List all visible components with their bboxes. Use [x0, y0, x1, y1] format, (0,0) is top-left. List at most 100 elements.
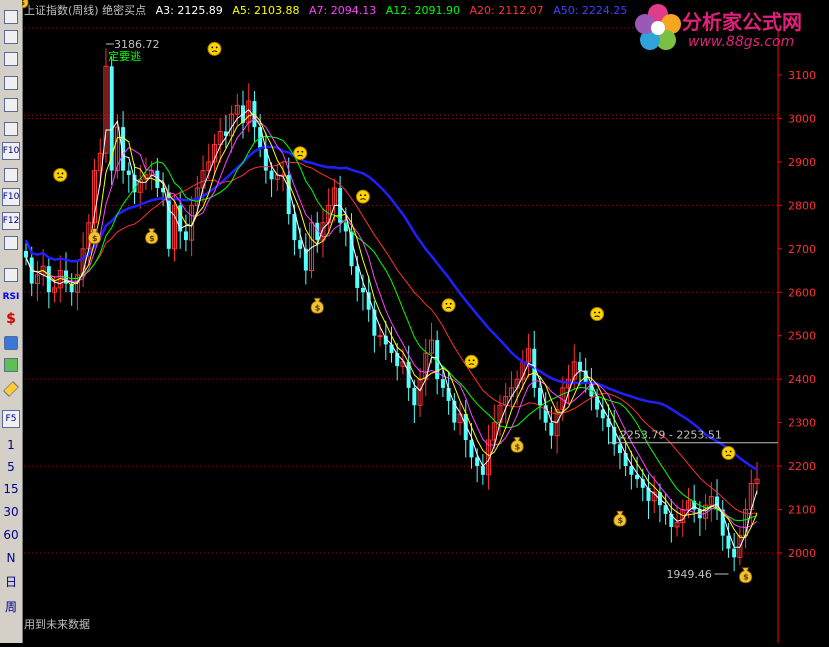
candle-down	[475, 457, 480, 467]
buy-signal-icon: $	[310, 297, 324, 314]
window-icon[interactable]	[2, 120, 20, 138]
candle-down	[389, 344, 394, 354]
y-tick-label: 3100	[788, 69, 816, 82]
f5-icon[interactable]: F5	[2, 410, 20, 428]
period-button-2[interactable]: 15	[2, 480, 20, 498]
sell-signal-icon	[590, 307, 605, 321]
wave-icon[interactable]	[2, 266, 20, 284]
rsi-icon[interactable]: RSI	[2, 288, 20, 306]
logo-url: www.88gs.com	[688, 34, 795, 50]
candle-up	[377, 335, 383, 338]
y-tick-label: 3000	[788, 112, 816, 125]
face-icon	[590, 307, 605, 321]
sell-signal-icon	[721, 446, 736, 461]
candle-down	[126, 170, 131, 175]
face-eye	[364, 194, 367, 197]
indicator-a3: A3: 2125.89	[155, 4, 223, 17]
candle-down	[355, 266, 360, 288]
period-button-5[interactable]: N	[2, 549, 20, 567]
f10-icon[interactable]: F10	[2, 142, 20, 160]
face-icon	[53, 167, 68, 182]
period-button-0[interactable]: 1	[2, 436, 20, 454]
y-tick-label: 2500	[788, 330, 816, 343]
indicator-a50: A50: 2224.25	[553, 4, 628, 17]
y-tick-label: 2600	[788, 286, 816, 299]
candlestick-chart[interactable]: 2000 2100 2200 2300 2400 2500 2600 2700 2800 2900…	[15, 0, 829, 643]
face-eye	[725, 450, 728, 453]
indicator-a5: A5: 2103.88	[232, 4, 300, 17]
face-eye	[729, 450, 732, 453]
face-eye	[215, 46, 218, 49]
money-bag-symbol: $	[515, 442, 521, 451]
candle-down	[360, 287, 365, 293]
face-eye	[468, 359, 471, 362]
f11-icon[interactable]: F10	[2, 188, 20, 206]
money-bag-symbol: $	[743, 573, 749, 582]
face-eye	[593, 311, 596, 314]
chart-header: 上证指数(周线) 绝密买点 A3: 2125.89 A5: 2103.88 A7…	[24, 2, 633, 18]
left-toolbar: F10 F10 F12 RSI $ F5 1 5 15 30 60 N 日周	[0, 0, 23, 643]
sell-signal-icon	[355, 189, 370, 204]
export-icon[interactable]	[2, 356, 20, 374]
ma50-line	[24, 145, 758, 471]
price-hline-label: 2253.79 - 2253.51	[620, 429, 722, 442]
face-icon	[721, 446, 736, 461]
high-text: 定要逃	[108, 49, 141, 63]
indicator-a20: A20: 2112.07	[469, 4, 544, 17]
money-bag-symbol: $	[315, 303, 321, 312]
face-eye	[57, 172, 59, 175]
face-eye	[211, 46, 214, 49]
face-icon	[293, 146, 308, 161]
buy-signal-icon: $	[145, 228, 159, 245]
candle-down	[726, 535, 731, 549]
y-tick-label: 2100	[788, 504, 816, 517]
candle-down	[537, 387, 542, 406]
line-chart-icon[interactable]	[2, 74, 20, 92]
daily-icon[interactable]	[2, 8, 20, 26]
news-icon[interactable]	[2, 166, 20, 184]
indicator-a12: A12: 2091.90	[385, 4, 460, 17]
face-eye	[449, 302, 452, 305]
pencil-icon[interactable]	[2, 380, 20, 398]
candle-down	[463, 413, 468, 441]
buy-signal-icon: $	[613, 510, 627, 527]
y-tick-label: 2700	[788, 243, 816, 256]
period-button-7[interactable]: 周	[2, 597, 20, 615]
candle-down	[440, 379, 445, 388]
candle-down	[549, 422, 554, 436]
period-button-4[interactable]: 60	[2, 526, 20, 544]
buy-signal-icon: $	[510, 436, 524, 453]
candle-down	[269, 170, 274, 180]
period-button-6[interactable]: 日	[2, 572, 20, 590]
sell-signal-icon	[207, 41, 222, 56]
chart-area[interactable]: 2000 2100 2200 2300 2400 2500 2600 2700 2800 2900…	[15, 0, 829, 643]
face-eye	[301, 150, 304, 153]
candle-down	[480, 466, 485, 475]
y-tick-label: 2300	[788, 417, 816, 430]
chart-title: 上证指数(周线) 绝密买点	[24, 4, 147, 17]
f12-icon[interactable]: F12	[2, 212, 20, 230]
indicator-a7: A7: 2094.13	[309, 4, 377, 17]
buy-signal-icon: $	[739, 567, 753, 584]
face-eye	[297, 150, 299, 153]
table-icon[interactable]	[2, 28, 20, 46]
candle-down	[412, 387, 417, 406]
face-icon	[441, 298, 456, 313]
period-button-1[interactable]: 5	[2, 458, 20, 476]
sell-signal-icon	[441, 298, 456, 313]
face-icon	[355, 189, 370, 204]
move-icon[interactable]	[2, 334, 20, 352]
sell-signal-icon	[464, 354, 479, 369]
money-bag-symbol: $	[617, 516, 623, 525]
period-button-3[interactable]: 30	[2, 503, 20, 521]
grid-icon[interactable]	[2, 50, 20, 68]
logo-name: 分析家公式网	[682, 10, 802, 34]
face-eye	[61, 172, 64, 175]
dollar-icon[interactable]: $	[2, 310, 20, 328]
money-bag-symbol: $	[92, 234, 98, 243]
candle-down	[577, 361, 582, 371]
sell-signal-icon	[53, 167, 68, 182]
face-eye	[445, 302, 448, 305]
search-icon[interactable]	[2, 234, 20, 252]
candle-chart-icon[interactable]	[2, 96, 20, 114]
